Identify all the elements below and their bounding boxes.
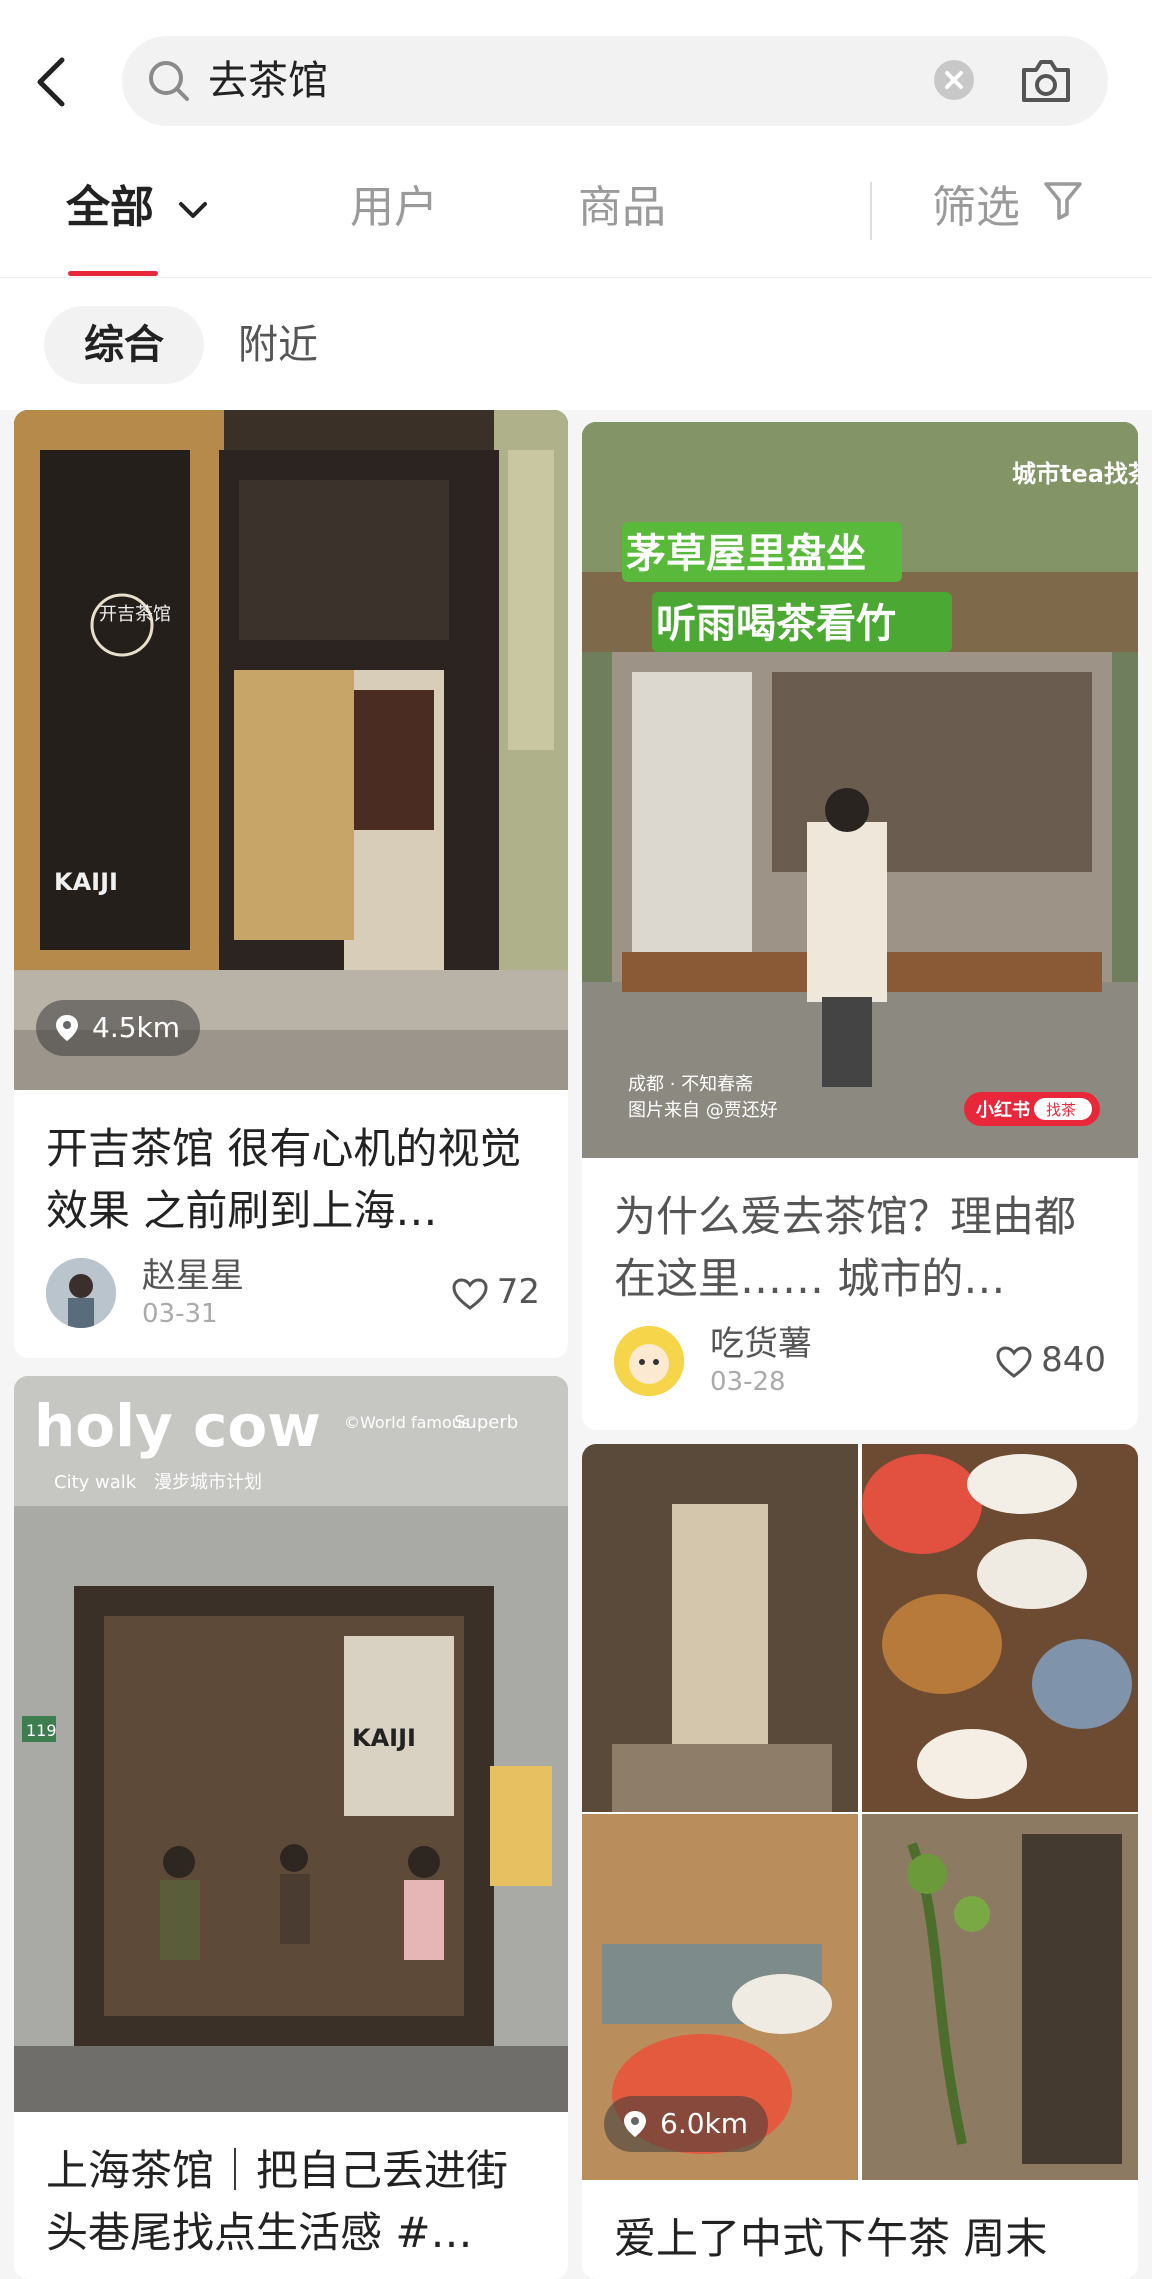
search-input[interactable]: 去茶馆 [208,54,328,108]
category-tabs: 全部 用户 商品 筛选 [0,150,1152,278]
like-count: 72 [496,1272,540,1312]
right2-text: Superb [454,1412,518,1433]
distance-badge: 4.5km [36,1000,201,1056]
filter-label: 筛选 [932,182,1020,233]
active-tab-indicator [68,271,158,276]
distance-text: 6.0km [660,2107,749,2140]
chevron-left-icon [37,57,65,107]
post-date: 03-28 [710,1367,786,1397]
tea-shop-photo: 开吉茶馆 KAIJI [14,410,568,1090]
brand-text: KAIJI [54,868,118,896]
chip-nearby[interactable]: 附近 [198,306,358,384]
note-title: 开吉茶馆 很有心机的视觉效果 之前刷到上海… [46,1124,522,1235]
back-button[interactable] [30,52,74,112]
heart-icon [452,1277,488,1310]
note-card[interactable]: holy cow City walk 漫步城市计划 ©World famous … [14,1376,568,2279]
teahouse-photo: 茅草屋里盘坐 听雨喝茶看竹 城市tea找茶去 成都 · 不知春斋 图片来自 @贾… [582,422,1138,1158]
distance-badge: 6.0km [604,2096,769,2152]
shop-text: KAIJI [352,1724,416,1752]
location-pin-icon [56,1015,78,1041]
logo-tag-text: 找茶 [1046,1101,1076,1119]
avatar[interactable] [614,1326,684,1396]
distance-text: 4.5km [92,1011,181,1044]
note-title: 上海茶馆｜把自己丢进街头巷尾找点生活感 #… [46,2146,509,2257]
like-button[interactable]: 840 [995,1338,1106,1382]
tab-all[interactable]: 全部 [66,178,211,238]
afternoon-tea-collage [582,1444,1138,2180]
headline2-text: 听雨喝茶看竹 [656,601,896,647]
note-cover-image[interactable]: 茅草屋里盘坐 听雨喝茶看竹 城市tea找茶去 成都 · 不知春斋 图片来自 @贾… [582,422,1138,1158]
clear-button[interactable] [934,60,974,100]
filter-icon [1044,182,1082,220]
note-title: 为什么爱去茶馆？理由都在这里…… 城市的… [614,1192,1077,1303]
post-date: 03-31 [142,1299,218,1329]
tab-products[interactable]: 商品 [578,178,666,238]
caption2-text: 图片来自 @贾还好 [628,1100,778,1121]
right1-text: ©World famous [344,1413,470,1432]
search-bar[interactable]: 去茶馆 [122,36,1108,126]
avatar[interactable] [46,1258,116,1328]
sub-text: City walk [54,1472,137,1493]
badge-text: 城市tea找茶去 [1012,460,1138,488]
author-name[interactable]: 赵星星 [142,1256,244,1296]
note-card[interactable]: 茅草屋里盘坐 听雨喝茶看竹 城市tea找茶去 成都 · 不知春斋 图片来自 @贾… [582,422,1138,1430]
note-cover-image[interactable] [582,1444,1138,2180]
avatar-image [614,1326,684,1396]
caption1-text: 成都 · 不知春斋 [628,1074,753,1095]
top-bar: 去茶馆 全部 用户 商品 筛选 [0,0,1152,278]
headline-text: holy cow [34,1392,321,1460]
author-name[interactable]: 吃货薯 [710,1324,812,1364]
note-card[interactable]: 6.0km 爱上了中式下午茶 周末 [582,1444,1138,2279]
street-teahouse-photo: holy cow City walk 漫步城市计划 ©World famous … [14,1376,568,2112]
note-cover-image[interactable]: 开吉茶馆 KAIJI [14,410,568,1090]
sort-chips: 综合 附近 [0,278,1152,410]
headline1-text: 茅草屋里盘坐 [626,531,866,577]
sign-text: 开吉茶馆 [99,604,171,625]
sub2-text: 漫步城市计划 [154,1472,262,1493]
tab-all-label: 全部 [66,182,154,233]
tab-users[interactable]: 用户 [350,178,438,238]
image-search-button[interactable] [1018,54,1074,112]
like-button[interactable]: 72 [451,1270,540,1314]
logo-text: 小红书 [976,1099,1030,1121]
camera-icon [1022,60,1070,102]
heart-icon [996,1345,1032,1378]
location-pin-icon [624,2111,646,2137]
search-icon [149,61,189,101]
chip-general[interactable]: 综合 [44,306,204,384]
filter-button[interactable]: 筛选 [932,178,1084,238]
note-cover-image[interactable]: holy cow City walk 漫步城市计划 ©World famous … [14,1376,568,2112]
like-count: 840 [1041,1340,1106,1380]
note-title: 爱上了中式下午茶 周末 [614,2214,1048,2263]
door-number: 119 [26,1721,57,1740]
avatar-image [46,1258,116,1328]
close-icon [945,71,963,89]
chevron-down-icon [179,202,208,218]
divider [870,182,872,240]
note-card[interactable]: 开吉茶馆 KAIJI 4.5km 开吉茶馆 很有心机的视觉效果 之前刷到上海… … [14,410,568,1358]
